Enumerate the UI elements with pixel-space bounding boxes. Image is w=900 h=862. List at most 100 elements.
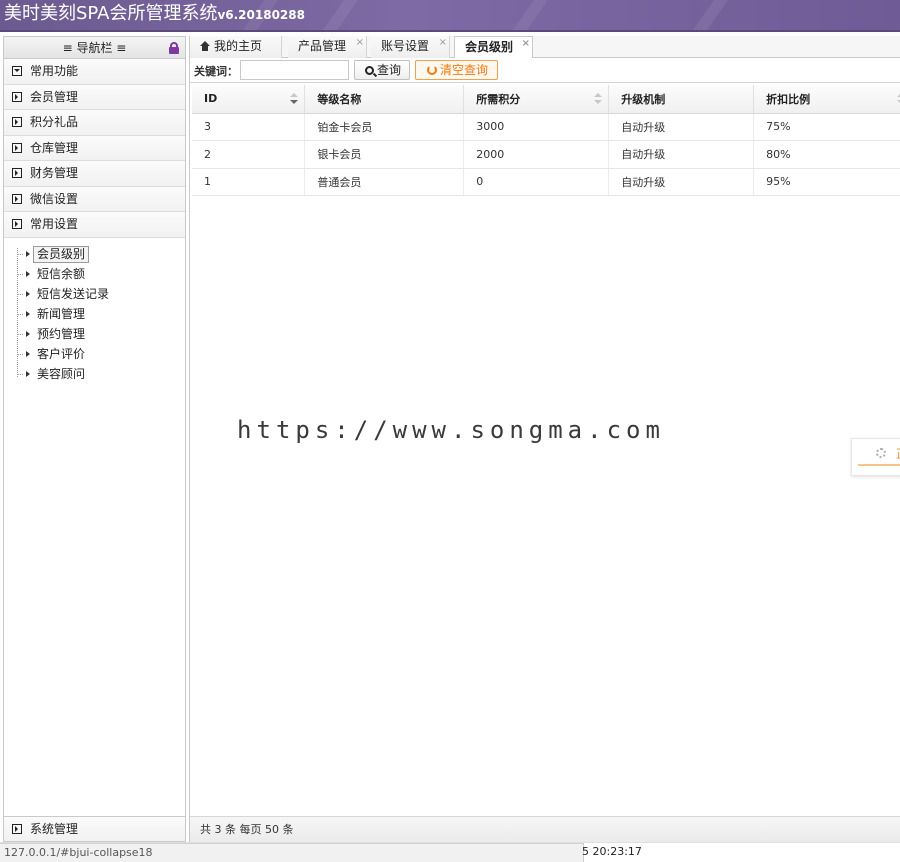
search-button[interactable]: 查询 (354, 60, 410, 80)
tree-item[interactable]: 会员级别 (16, 245, 185, 265)
gear-icon (876, 448, 886, 458)
tab-label: 账号设置 (381, 39, 430, 53)
tree-item[interactable]: 客户评价 (16, 345, 185, 365)
pagination-footer: 共 3 条 每页 50 条 (190, 816, 900, 842)
header-decoration (308, 0, 366, 30)
search-button-label: 查询 (376, 63, 401, 77)
tree-item[interactable]: 短信发送记录 (16, 285, 185, 305)
tab[interactable]: 账号设置 × (371, 36, 450, 58)
section-label: 财务管理 (30, 166, 79, 180)
tab-bar: 我的主页 产品管理 × 账号设置 × 会员级别 × (190, 36, 900, 59)
clock: 5 20:23:17 (582, 845, 642, 858)
collapse-toggle-icon (12, 168, 22, 178)
tab[interactable]: 我的主页 (190, 36, 282, 58)
table-cell: 3000 (463, 113, 610, 141)
column-header[interactable]: 所需积分 (463, 85, 610, 114)
column-header[interactable]: 升级机制 (608, 85, 755, 114)
widget-underline (858, 464, 900, 466)
caret-right-icon (26, 270, 30, 277)
tab[interactable]: 会员级别 × (454, 36, 533, 59)
section-label: 常用设置 (30, 217, 79, 231)
section-label: 微信设置 (30, 191, 79, 206)
column-header-label: 折扣比例 (766, 92, 811, 106)
table-cell: 2 (192, 140, 306, 169)
section-label: 仓库管理 (30, 140, 79, 155)
collapse-toggle-icon (12, 117, 22, 127)
header-decoration (678, 0, 736, 30)
search-icon (364, 66, 374, 75)
column-header[interactable]: ID (192, 85, 306, 114)
collapse-toggle-icon (12, 66, 22, 76)
nav-tree: 会员级别 短信余额 短信发送记录 新闻管理预约管理客户评价美容顾问 (4, 238, 185, 385)
floating-settings-widget[interactable]: 正 (851, 438, 900, 476)
table-row[interactable]: 1 普通会员 0 自动升级 95% (192, 168, 900, 196)
widget-label: 正 (896, 445, 900, 462)
column-header[interactable]: 折扣比例 (753, 85, 900, 114)
tree-item-label: 短信发送记录 (37, 286, 110, 301)
table-cell: 自动升级 (608, 113, 755, 141)
section-label: 系统管理 (30, 821, 79, 836)
table-cell: 0 (463, 168, 610, 196)
tree-item[interactable]: 预约管理 (16, 325, 185, 345)
section-label: 常用功能 (30, 64, 79, 78)
sort-icon[interactable] (594, 93, 603, 105)
tab-label: 会员级别 (465, 40, 514, 54)
close-icon[interactable]: × (439, 36, 447, 53)
table-header-row: ID 等级名称 所需积分 升级机制 折扣比例 (192, 85, 900, 114)
tree-item-label: 新闻管理 (37, 306, 86, 321)
clear-search-button[interactable]: 清空查询 (415, 60, 498, 80)
tree-item-label: 客户评价 (37, 346, 86, 361)
table-cell: 75% (753, 113, 900, 141)
caret-right-icon (26, 370, 30, 377)
sidebar-section-system[interactable]: 系统管理 (4, 815, 185, 841)
collapse-toggle-icon (12, 219, 22, 229)
sidebar-section[interactable]: 常用设置 (4, 212, 185, 238)
tree-item[interactable]: 新闻管理 (16, 305, 185, 325)
home-icon (200, 41, 210, 51)
table-cell: 自动升级 (608, 168, 755, 196)
collapse-toggle-icon (12, 193, 22, 204)
column-header-label: 等级名称 (317, 92, 362, 106)
table-row[interactable]: 3 铂金卡会员 3000 自动升级 75% (192, 113, 900, 141)
undo-icon (426, 65, 437, 75)
sidebar-section[interactable]: 积分礼品 (4, 110, 185, 136)
tab[interactable]: 产品管理 × (288, 36, 367, 58)
caret-right-icon (26, 310, 30, 317)
column-header-label: ID (204, 92, 218, 106)
sidebar-section[interactable]: 常用功能 (4, 59, 185, 85)
table-cell: 铂金卡会员 (304, 113, 465, 141)
caret-right-icon (26, 290, 30, 297)
nav-header: ≡ 导航栏 ≡ (4, 37, 185, 59)
caret-right-icon (26, 250, 30, 257)
sidebar-section[interactable]: 微信设置 (4, 186, 185, 212)
member-level-table: ID 等级名称 所需积分 升级机制 折扣比例 3 铂金卡会员 3000 自动升级 75% 2 银卡会… (192, 85, 900, 196)
keyword-label: 关键词： (194, 65, 238, 78)
status-bar: 127.0.0.1/#bjui-collapse18 5 20:23:17 (0, 842, 900, 862)
sort-icon[interactable] (290, 93, 299, 105)
link-url-tooltip: 127.0.0.1/#bjui-collapse18 (0, 843, 584, 862)
section-label: 积分礼品 (30, 115, 79, 129)
close-icon[interactable]: × (522, 36, 530, 54)
app-version: v6.20180288 (217, 8, 305, 22)
tree-item-label: 预约管理 (37, 326, 86, 341)
lock-icon[interactable] (169, 42, 179, 54)
section-label: 会员管理 (30, 89, 79, 104)
tree-item[interactable]: 美容顾问 (16, 365, 185, 385)
column-header[interactable]: 等级名称 (304, 85, 465, 114)
sidebar-section[interactable]: 仓库管理 (4, 135, 185, 161)
sidebar: ≡ 导航栏 ≡ 常用功能会员管理积分礼品仓库管理财务管理微信设置常用设置 会员级… (3, 36, 186, 842)
tab-label: 产品管理 (298, 39, 347, 53)
keyword-input[interactable] (240, 60, 349, 80)
table-body: 3 铂金卡会员 3000 自动升级 75% 2 银卡会员 2000 自动升级 80% 1 普通会员 0 自… (192, 113, 900, 196)
app-title: 美时美刻SPA会所管理系统v6.20180288 (4, 1, 305, 28)
tree-item[interactable]: 短信余额 (16, 265, 185, 285)
table-cell: 80% (753, 140, 900, 169)
app-header: 美时美刻SPA会所管理系统v6.20180288 (0, 0, 900, 32)
sidebar-section[interactable]: 财务管理 (4, 161, 185, 187)
sidebar-section[interactable]: 会员管理 (4, 84, 185, 110)
header-decoration (498, 0, 556, 30)
table-cell: 银卡会员 (304, 140, 465, 169)
table-row[interactable]: 2 银卡会员 2000 自动升级 80% (192, 140, 900, 169)
table-cell: 自动升级 (608, 140, 755, 169)
close-icon[interactable]: × (356, 36, 364, 53)
